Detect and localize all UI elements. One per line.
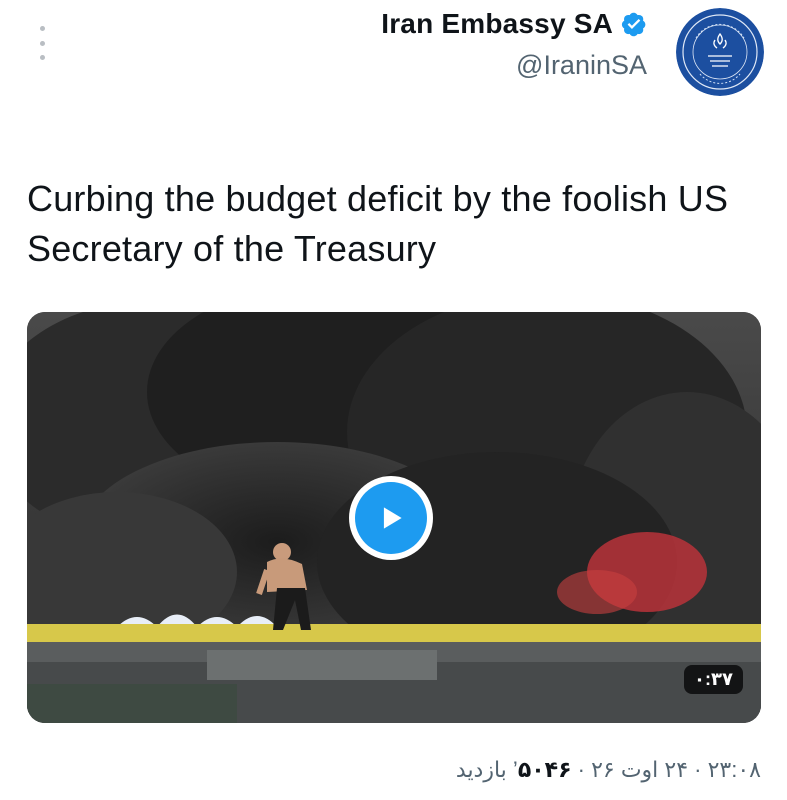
tweet-date[interactable]: ۲۴ اوت ۲۶ [591, 757, 688, 782]
embassy-seal-icon [676, 8, 764, 96]
views-label: بازدید [455, 757, 507, 782]
more-dot-icon [39, 40, 45, 46]
author-display-name[interactable]: Iran Embassy SA [381, 8, 613, 40]
meta-separator: · [688, 757, 708, 782]
video-media[interactable]: ۰:۳۷ [27, 312, 761, 723]
play-icon [383, 507, 402, 529]
more-dot-icon [39, 26, 45, 31]
more-dot-icon [39, 55, 45, 60]
play-button-circle [355, 482, 427, 554]
author-info: Iran Embassy SA @IraninSA [381, 8, 647, 81]
author-handle[interactable]: @IraninSA [381, 50, 647, 81]
more-options-button[interactable] [34, 26, 50, 60]
verified-badge-icon [621, 12, 646, 37]
video-duration-badge: ۰:۳۷ [684, 665, 743, 694]
tweet-metadata: ۲۳:۰۸ · ۲۴ اوت ۲۶ · ۵۰۴۶’ بازدید [455, 757, 761, 782]
tweet-text: Curbing the budget deficit by the foolis… [27, 178, 729, 269]
tweet-time[interactable]: ۲۳:۰۸ [708, 757, 761, 782]
play-button[interactable] [349, 476, 433, 560]
views-count: ۵۰۴۶ [517, 757, 572, 782]
author-name-row: Iran Embassy SA [381, 8, 647, 40]
avatar[interactable] [676, 8, 764, 96]
meta-separator: · [571, 757, 592, 782]
